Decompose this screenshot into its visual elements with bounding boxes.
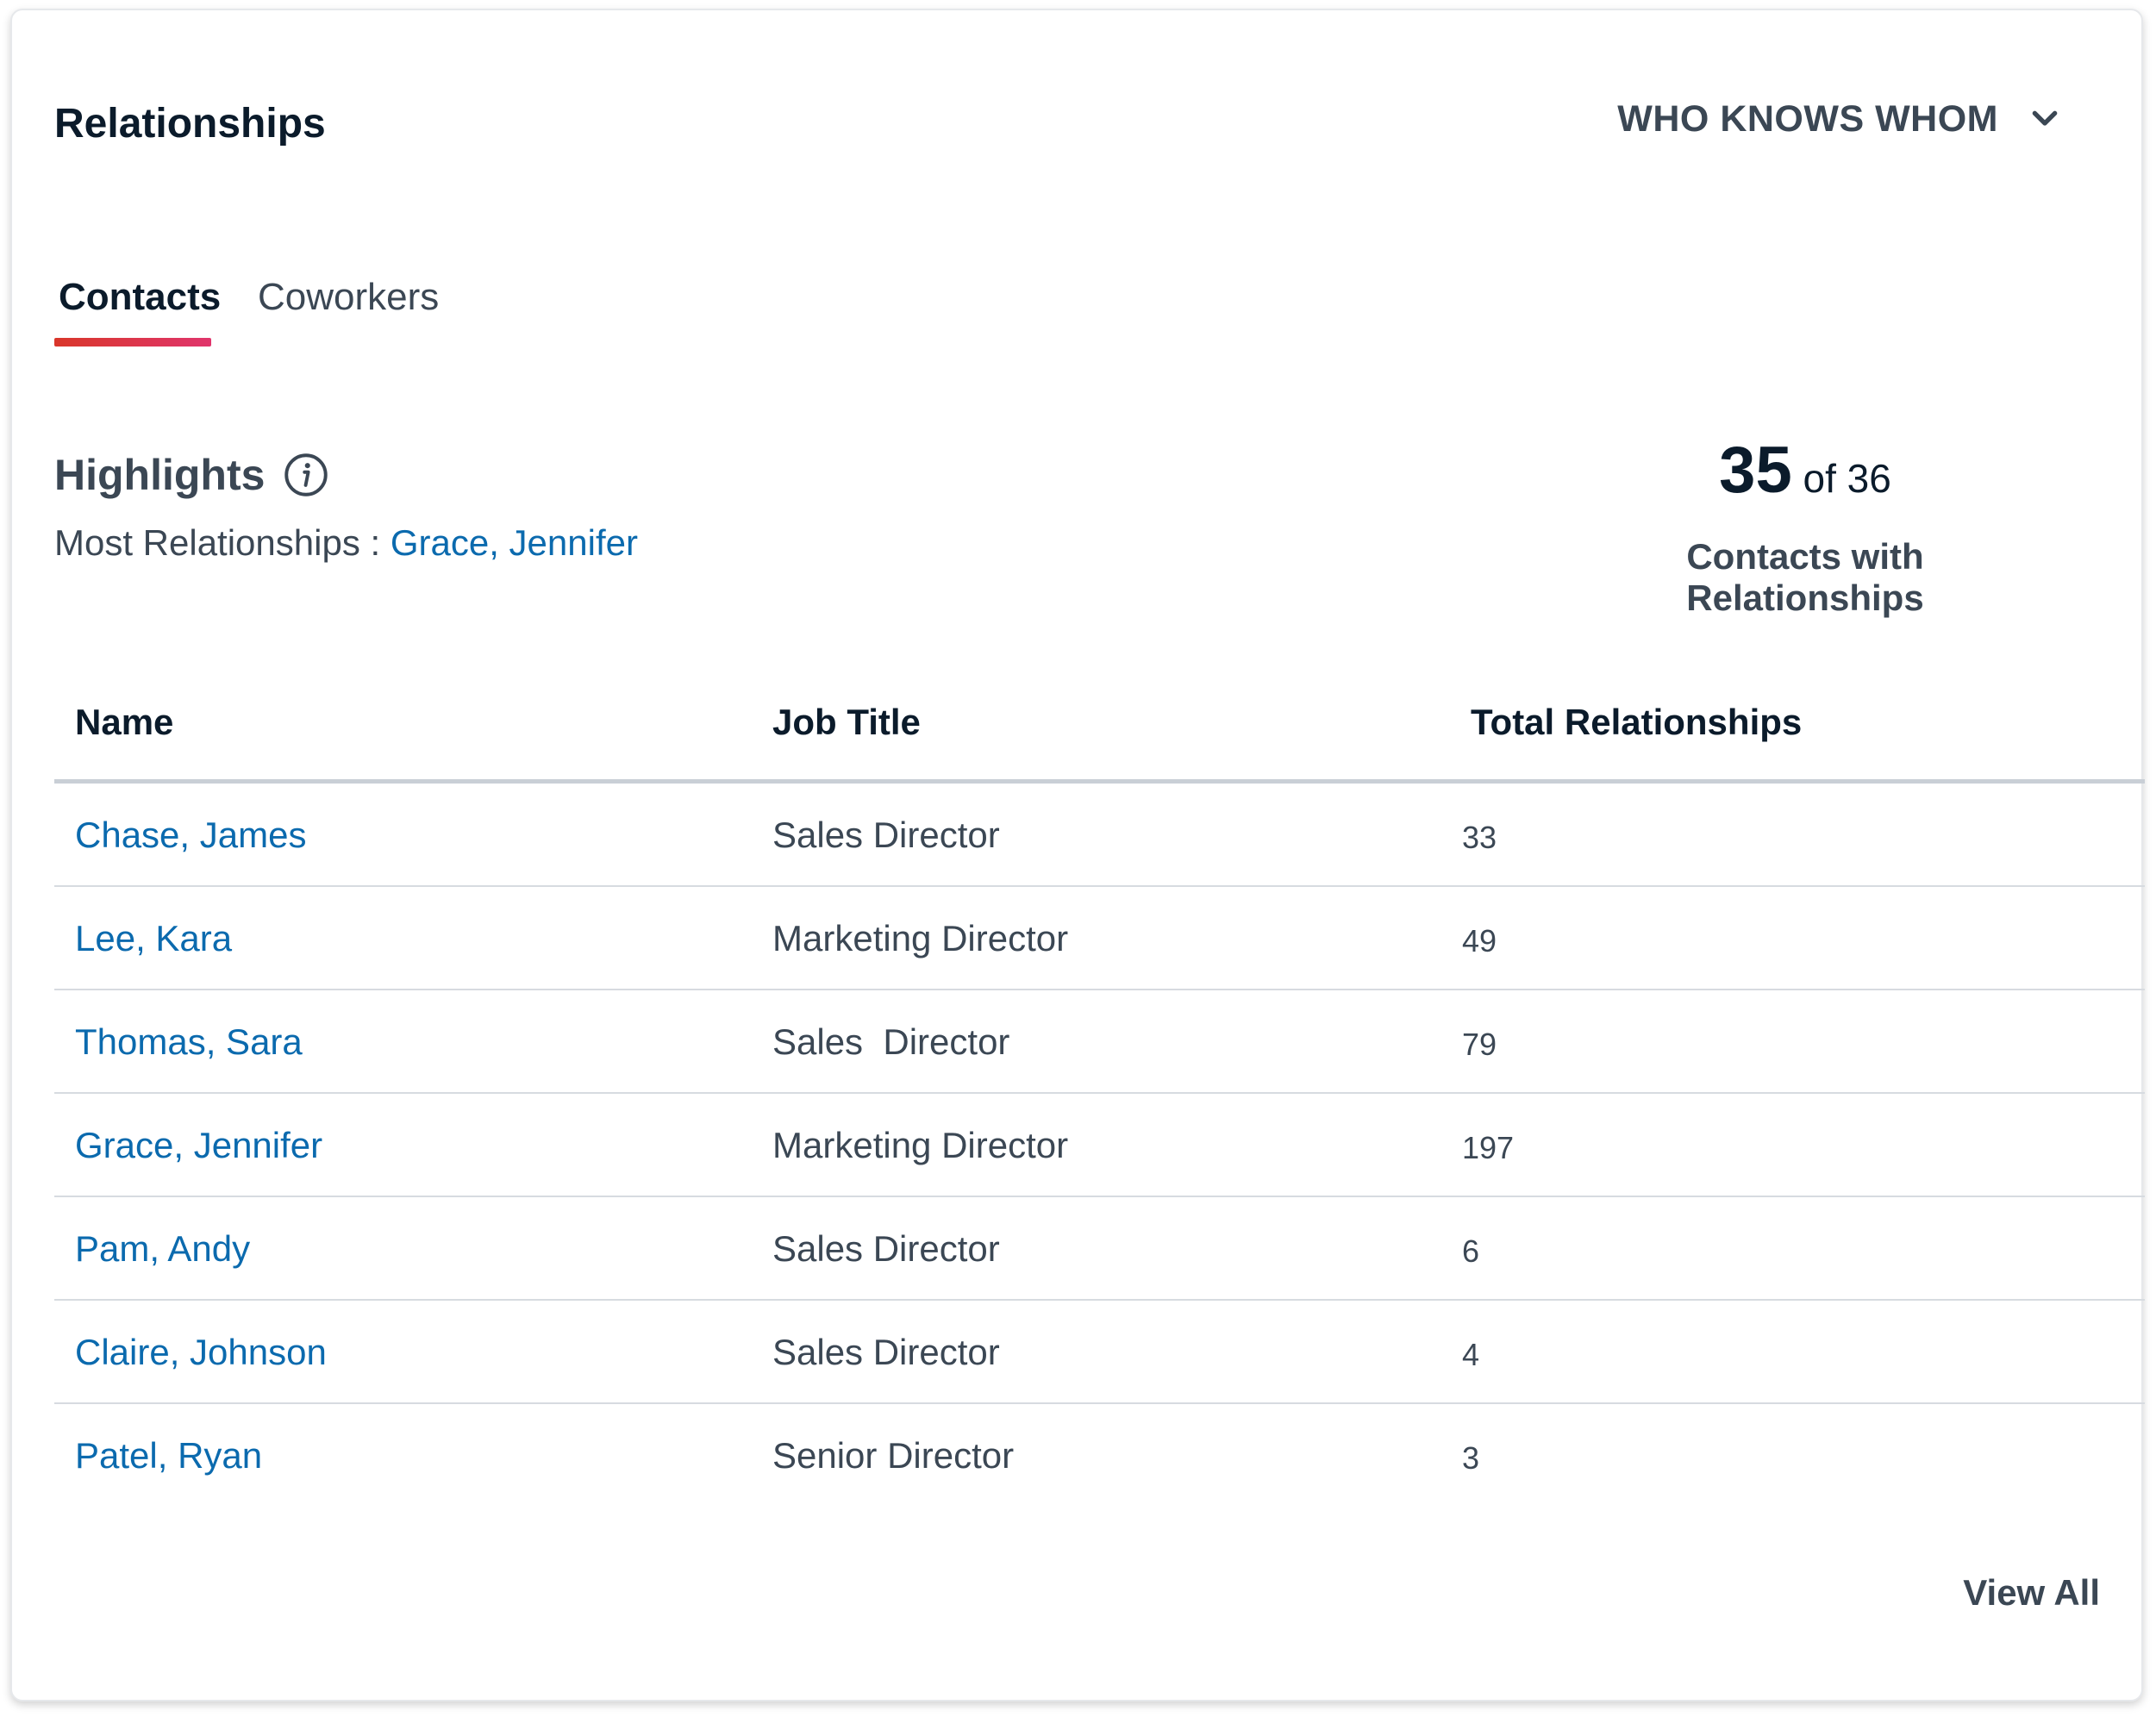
contacts-count: 35 of 36 <box>1607 433 2003 508</box>
who-knows-whom-dropdown[interactable]: WHO KNOWS WHOM <box>1617 93 2062 145</box>
total-relationships: 49 <box>1462 923 1497 958</box>
contact-name-link[interactable]: Grace, Jennifer <box>75 1125 322 1166</box>
contacts-count-label: Contacts with Relationships <box>1686 536 1924 618</box>
total-relationships: 197 <box>1462 1130 1515 1165</box>
job-title: Sales Director <box>772 815 1000 855</box>
chevron-down-icon <box>2032 110 2058 126</box>
contact-name-link[interactable]: Patel, Ryan <box>75 1435 262 1477</box>
table-row: Grace, Jennifer Marketing Director 197 <box>54 1094 2145 1197</box>
contact-name-link[interactable]: Thomas, Sara <box>75 1021 303 1063</box>
job-title: Senior Director <box>772 1435 1015 1476</box>
total-relationships: 4 <box>1462 1337 1480 1372</box>
table-row: Pam, Andy Sales Director 6 <box>54 1197 2145 1301</box>
card-title: Relationships <box>54 101 326 147</box>
header-total-relationships[interactable]: Total Relationships <box>1471 702 1802 743</box>
contact-name-link[interactable]: Chase, James <box>75 815 306 856</box>
contacts-count-value: 35 <box>1719 434 1792 507</box>
tab-coworkers[interactable]: Coworkers <box>258 276 439 319</box>
table-row: Lee, Kara Marketing Director 49 <box>54 887 2145 990</box>
table-row: Claire, Johnson Sales Director 4 <box>54 1301 2145 1404</box>
relationships-card: Relationships WHO KNOWS WHOM Contacts Co… <box>10 9 2145 1701</box>
table-row: Patel, Ryan Senior Director 3 <box>54 1404 2145 1506</box>
total-relationships: 33 <box>1462 820 1497 855</box>
highlights-title: Highlights <box>54 451 266 499</box>
contacts-table: Name Job Title Total Relationships Chase… <box>54 683 2145 1506</box>
table-row: Thomas, Sara Sales Director 79 <box>54 990 2145 1094</box>
highlights-heading: Highlights <box>54 450 328 500</box>
total-relationships: 3 <box>1462 1440 1480 1476</box>
contact-name-link[interactable]: Lee, Kara <box>75 918 232 959</box>
job-title: Sales Director <box>772 1228 1000 1269</box>
contacts-total: of 36 <box>1791 456 1891 501</box>
tab-contacts[interactable]: Contacts <box>59 276 221 319</box>
header-name[interactable]: Name <box>75 702 173 743</box>
job-title: Sales Director <box>772 1332 1000 1372</box>
most-relationships: Most Relationships : Grace, Jennifer <box>54 522 638 564</box>
most-relationships-label: Most Relationships : <box>54 522 391 563</box>
view-all-link[interactable]: View All <box>1963 1572 2100 1614</box>
job-title: Marketing Director <box>772 1125 1069 1165</box>
info-icon[interactable] <box>284 453 328 497</box>
job-title: Marketing Director <box>772 918 1069 958</box>
table-header: Name Job Title Total Relationships <box>54 683 2145 784</box>
job-title: Sales Director <box>772 1021 1010 1062</box>
dropdown-label: WHO KNOWS WHOM <box>1617 97 1998 140</box>
most-relationships-link[interactable]: Grace, Jennifer <box>391 522 638 563</box>
total-relationships: 6 <box>1462 1233 1480 1269</box>
active-tab-underline <box>54 338 211 347</box>
table-row: Chase, James Sales Director 33 <box>54 784 2145 887</box>
total-relationships: 79 <box>1462 1027 1497 1062</box>
header-job-title[interactable]: Job Title <box>772 702 921 743</box>
contact-name-link[interactable]: Claire, Johnson <box>75 1332 327 1373</box>
contact-name-link[interactable]: Pam, Andy <box>75 1228 250 1270</box>
